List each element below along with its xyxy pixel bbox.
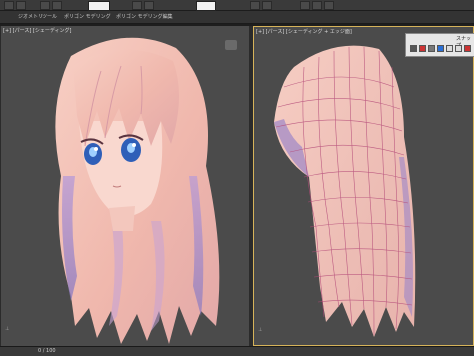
select-icon[interactable] <box>40 1 50 10</box>
move-icon[interactable] <box>132 1 142 10</box>
snap-edge-icon[interactable] <box>428 45 435 52</box>
snap-grid-icon[interactable] <box>410 45 417 52</box>
viewport-perspective-edged[interactable]: [+] [パース] [シェーディング + エッジ面] ⊥ <box>253 26 474 346</box>
align-icon[interactable] <box>262 1 272 10</box>
viewport-perspective-shaded[interactable]: [+] [パース] [シェーディング] ⊥ <box>1 26 249 346</box>
hair-model-shaded <box>55 37 220 344</box>
select-region-icon[interactable] <box>52 1 62 10</box>
redo-icon[interactable] <box>16 1 26 10</box>
axis-gizmo: ⊥ <box>258 327 263 333</box>
ribbon-tab-tools[interactable]: ツール <box>42 12 57 22</box>
axis-gizmo: ⊥ <box>5 326 10 332</box>
frame-counter[interactable]: 0 / 100 <box>38 348 56 354</box>
snap-pivot-icon[interactable] <box>446 45 453 52</box>
snap-midpoint-icon[interactable] <box>464 45 471 52</box>
named-selection-field[interactable] <box>196 1 216 11</box>
selection-filter-dropdown[interactable] <box>88 1 110 11</box>
snap-panel: スナップ <box>405 33 474 57</box>
snap-vertex-icon[interactable] <box>419 45 426 52</box>
main-toolbar <box>0 0 474 11</box>
hair-model-wireframe <box>274 45 416 338</box>
render-icon[interactable] <box>324 1 334 10</box>
ribbon-tab-poly-modeling[interactable]: ポリゴン モデリング <box>64 12 111 22</box>
render-setup-icon[interactable] <box>312 1 322 10</box>
ribbon: ジオメトリ ツール ポリゴン モデリング ポリゴン モデリング編集 <box>0 11 474 24</box>
rotate-icon[interactable] <box>144 1 154 10</box>
undo-icon[interactable] <box>4 1 14 10</box>
ribbon-tab-poly-modeling-edit[interactable]: ポリゴン モデリング編集 <box>116 12 173 22</box>
mirror-icon[interactable] <box>250 1 260 10</box>
ribbon-tab-geometry[interactable]: ジオメトリ <box>18 12 43 22</box>
snap-bbox-icon[interactable] <box>455 45 462 52</box>
snap-face-icon[interactable] <box>437 45 444 52</box>
material-editor-icon[interactable] <box>300 1 310 10</box>
